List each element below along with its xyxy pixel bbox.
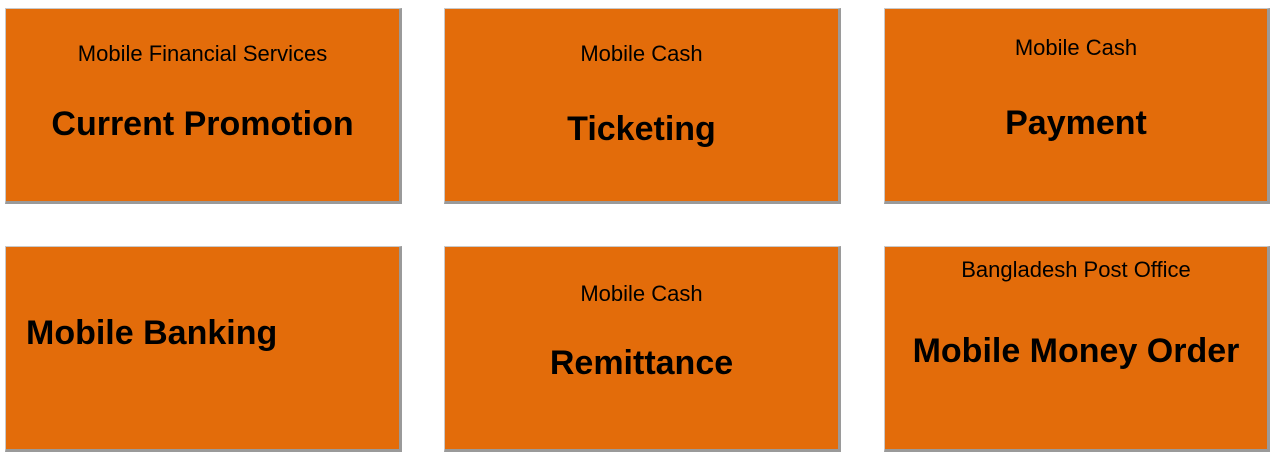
- tile-title: Current Promotion: [51, 105, 354, 143]
- tile-current-promotion[interactable]: Mobile Financial Services Current Promot…: [5, 8, 402, 204]
- tile-title: Payment: [1005, 104, 1147, 142]
- tile-title: Ticketing: [567, 110, 716, 148]
- tile-title: Mobile Banking: [26, 314, 278, 352]
- tile-payment[interactable]: Mobile Cash Payment: [884, 8, 1270, 204]
- tile-subtitle: Mobile Cash: [580, 41, 703, 66]
- tile-title: Mobile Money Order: [912, 332, 1240, 370]
- tile-subtitle: Mobile Cash: [580, 281, 703, 306]
- tile-title: Remittance: [549, 344, 734, 382]
- tile-mobile-money-order[interactable]: Bangladesh Post Office Mobile Money Orde…: [884, 246, 1270, 452]
- tile-remittance[interactable]: Mobile Cash Remittance: [444, 246, 841, 452]
- tile-mobile-banking[interactable]: Mobile Banking: [5, 246, 402, 452]
- tile-ticketing[interactable]: Mobile Cash Ticketing: [444, 8, 841, 204]
- tile-subtitle: Bangladesh Post Office: [961, 257, 1191, 282]
- tile-subtitle: Mobile Financial Services: [77, 41, 328, 66]
- tile-subtitle: Mobile Cash: [1014, 35, 1138, 60]
